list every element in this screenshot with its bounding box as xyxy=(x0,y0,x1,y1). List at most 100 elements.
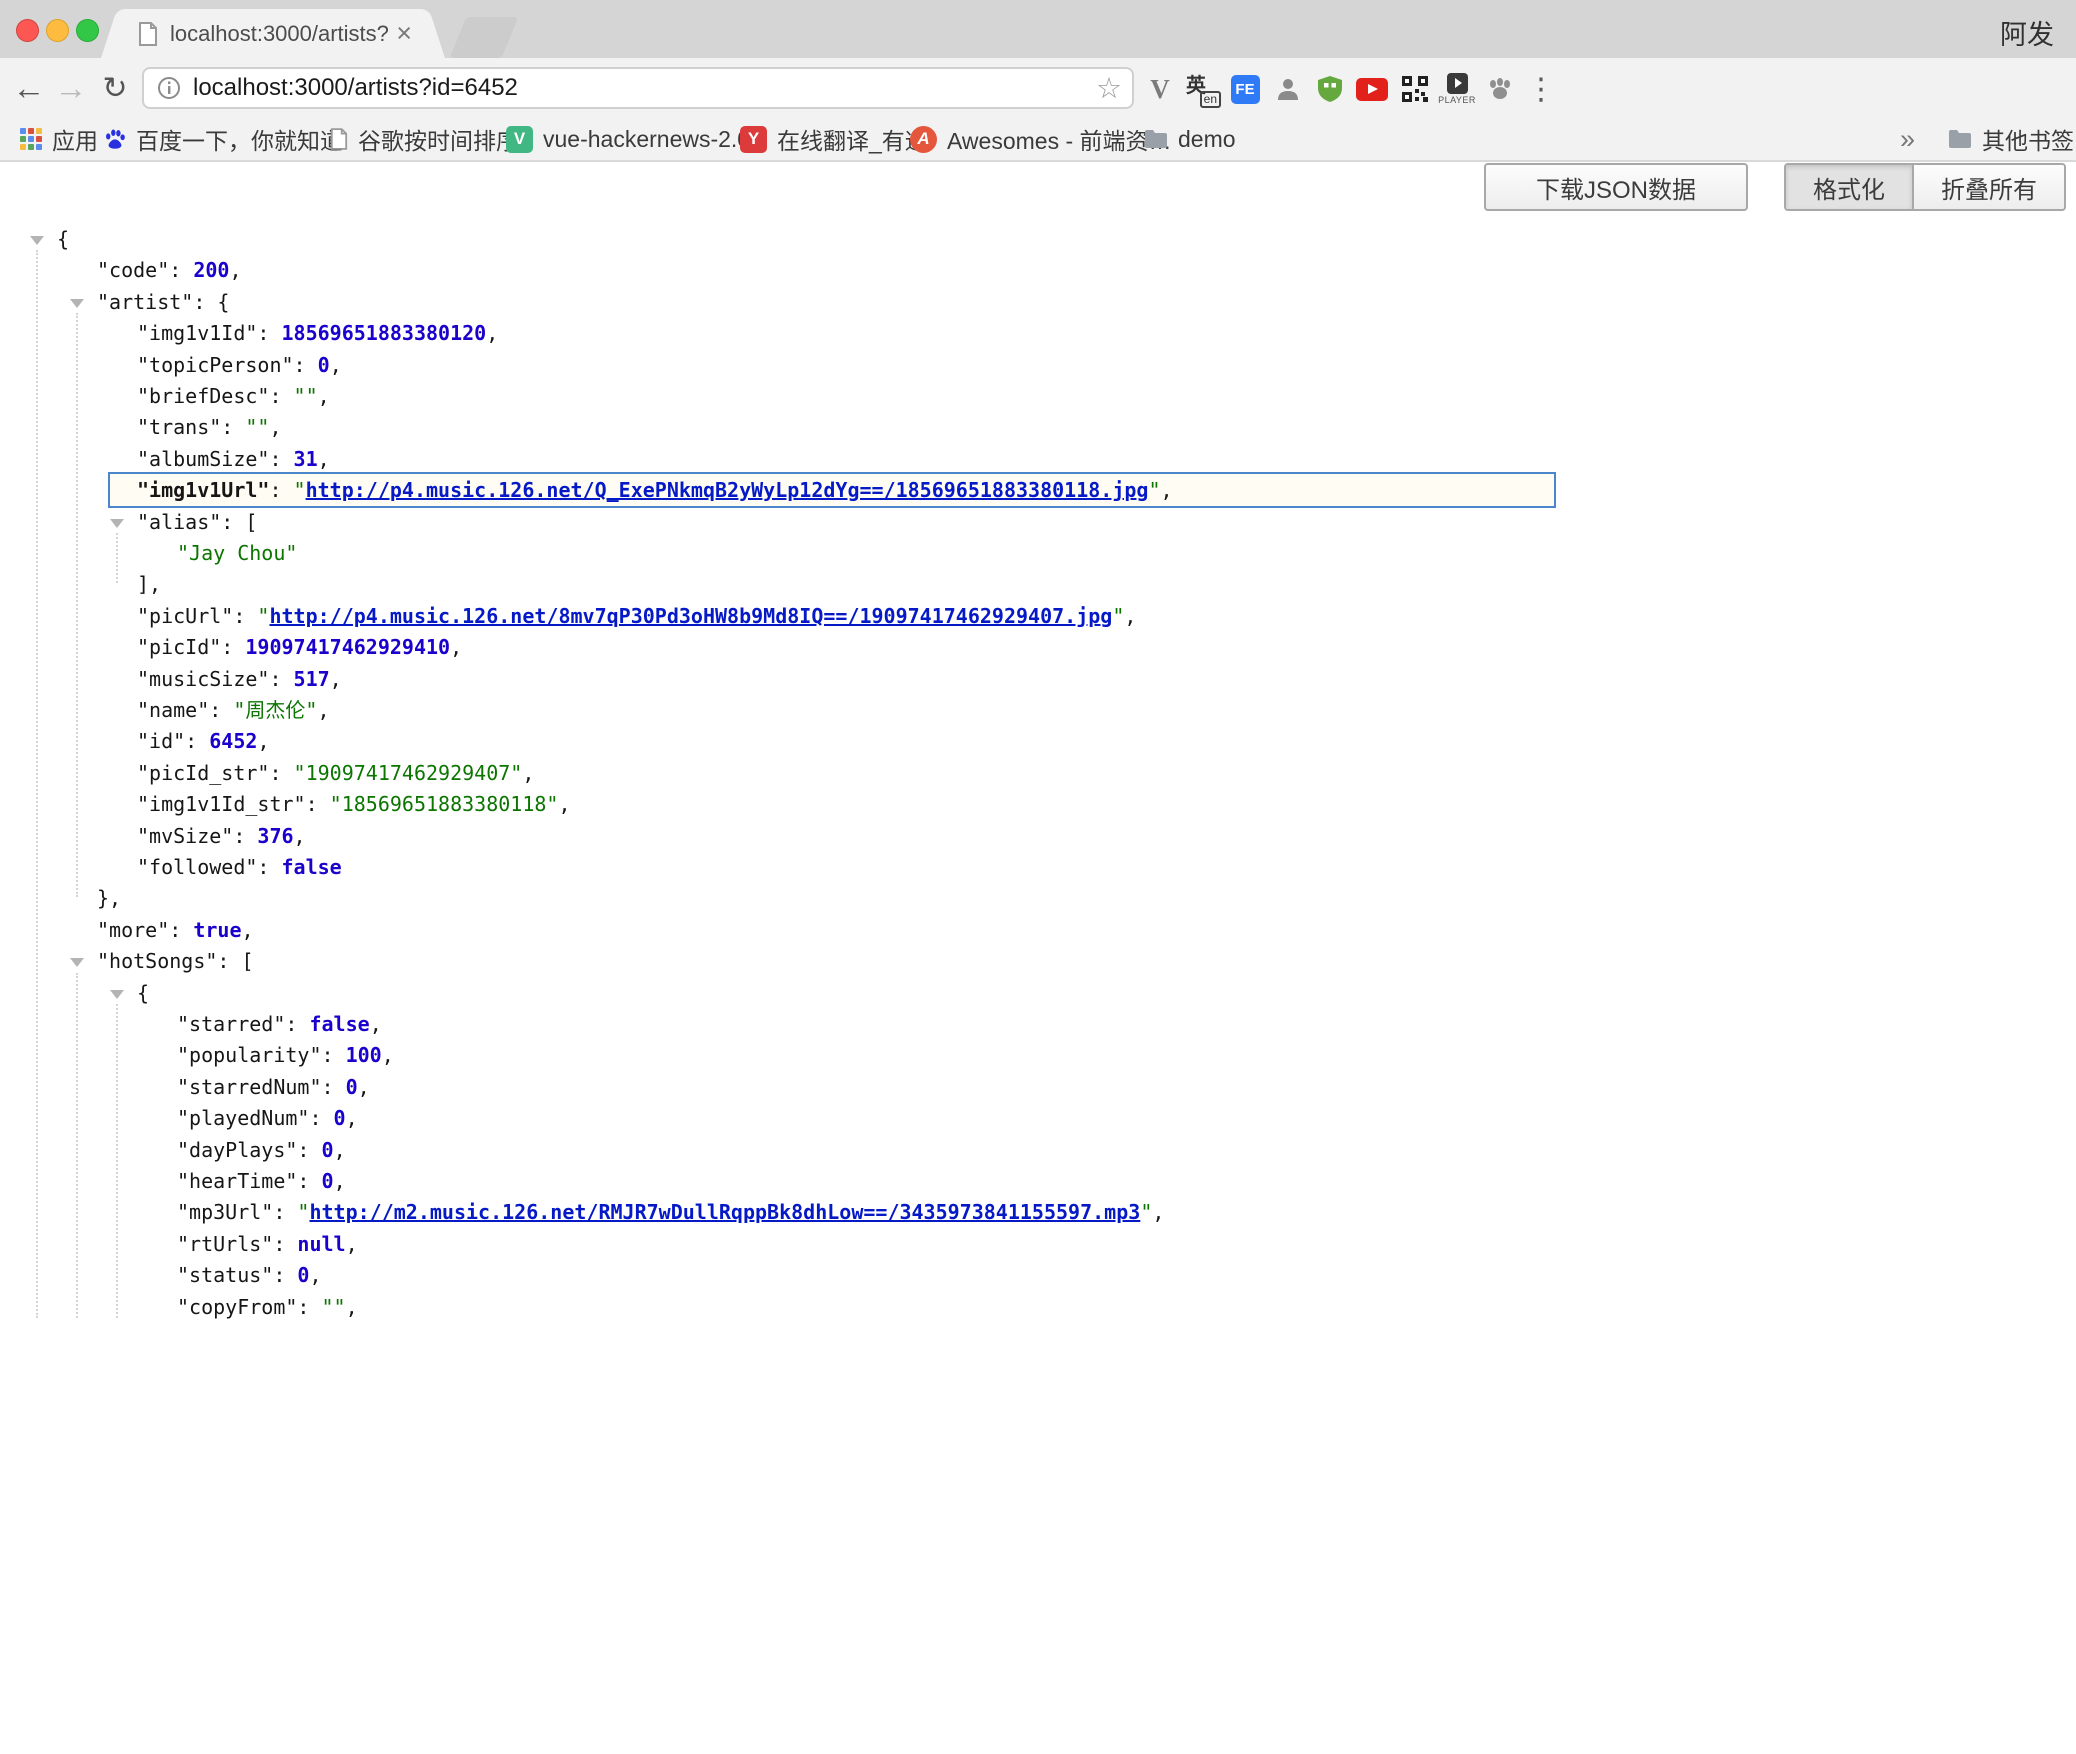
bookmarks-overflow-button[interactable]: » xyxy=(1900,118,1915,160)
fehelper-extension-icon[interactable]: FE xyxy=(1227,70,1263,108)
bookmark-star-icon[interactable]: ☆ xyxy=(1096,71,1122,106)
json-token: , xyxy=(229,258,241,282)
json-token: , xyxy=(346,1232,358,1256)
json-token: "starred" xyxy=(177,1012,285,1036)
json-token: 200 xyxy=(193,258,229,282)
bookmark-demo-folder[interactable]: demo xyxy=(1144,118,1236,160)
reload-button[interactable]: ↻ xyxy=(94,58,136,118)
page-info-icon[interactable] xyxy=(157,76,181,100)
json-token: "19097417462929407" xyxy=(294,761,523,785)
bookmark-google-sort[interactable]: 谷歌按时间排序 xyxy=(330,118,519,160)
fullscreen-window-button[interactable] xyxy=(76,19,99,42)
vue-icon: V xyxy=(506,126,533,153)
url-text[interactable]: localhost:3000/artists?id=6452 xyxy=(193,74,1132,102)
browser-menu-icon[interactable]: ⋮ xyxy=(1524,70,1558,108)
json-line-text: { xyxy=(137,978,149,1009)
collapse-toggle-icon[interactable] xyxy=(70,958,84,967)
json-token: : xyxy=(269,667,293,691)
json-token: "name" xyxy=(137,698,209,722)
bookmark-apps[interactable]: 应用 xyxy=(20,118,98,160)
json-token: : xyxy=(269,447,293,471)
json-token: "playedNum" xyxy=(177,1106,309,1130)
paw-extension-icon[interactable] xyxy=(1482,70,1518,108)
json-line-text: "copyFrom": "", xyxy=(177,1292,358,1323)
json-line-text: "mp3Url": "http://m2.music.126.net/RMJR7… xyxy=(177,1197,1164,1228)
user-extension-icon[interactable] xyxy=(1270,70,1306,108)
json-url-link[interactable]: http://m2.music.126.net/RMJR7wDullRqppBk… xyxy=(309,1200,1140,1224)
close-window-button[interactable] xyxy=(16,19,39,42)
json-token: , xyxy=(382,1043,394,1067)
browser-tab[interactable]: localhost:3000/artists?id=645 × xyxy=(122,9,424,58)
json-token: 376 xyxy=(257,824,293,848)
bookmark-label: Awesomes - 前端资… xyxy=(947,122,1172,156)
bookmark-baidu[interactable]: 百度一下，你就知道 xyxy=(104,118,343,160)
json-token: : xyxy=(322,1075,346,1099)
json-line: "more": true, xyxy=(0,915,2076,946)
page-favicon-icon xyxy=(138,22,158,46)
json-token: , xyxy=(558,792,570,816)
json-token: "status" xyxy=(177,1263,273,1287)
json-line: "Jay Chou" xyxy=(0,538,2076,569)
json-token: 31 xyxy=(294,447,318,471)
address-bar[interactable]: localhost:3000/artists?id=6452 ☆ xyxy=(142,67,1134,109)
new-tab-button[interactable] xyxy=(450,17,519,58)
json-line-text: "albumSize": 31, xyxy=(137,444,330,475)
json-token: , xyxy=(294,824,306,848)
collapse-toggle-icon[interactable] xyxy=(110,519,124,528)
json-token: : xyxy=(322,1043,346,1067)
json-token: "alias" xyxy=(137,510,221,534)
minimize-window-button[interactable] xyxy=(46,19,69,42)
bookmark-youdao-translate[interactable]: Y 在线翻译_有道 xyxy=(740,118,928,160)
json-url-link[interactable]: http://p4.music.126.net/8mv7qP30Pd3oHW8b… xyxy=(269,604,1112,628)
json-token: : xyxy=(209,698,233,722)
json-token: 6452 xyxy=(209,729,257,753)
shield-extension-icon[interactable] xyxy=(1312,70,1348,108)
json-token: " xyxy=(1112,604,1124,628)
json-line: { xyxy=(0,224,2076,255)
back-button[interactable]: ← xyxy=(8,58,50,118)
json-token: , xyxy=(330,353,342,377)
json-token: ], xyxy=(137,572,161,596)
json-token: : xyxy=(297,1169,321,1193)
json-token: true xyxy=(193,918,241,942)
vimium-extension-icon[interactable]: V xyxy=(1142,70,1178,108)
format-button[interactable]: 格式化 xyxy=(1786,165,1912,209)
collapse-toggle-icon[interactable] xyxy=(70,299,84,308)
json-line-text: "dayPlays": 0, xyxy=(177,1135,346,1166)
json-line-text: "Jay Chou" xyxy=(177,538,297,569)
collapse-all-button[interactable]: 折叠所有 xyxy=(1912,165,2064,209)
collapse-toggle-icon[interactable] xyxy=(110,990,124,999)
bookmark-label: 谷歌按时间排序 xyxy=(358,122,519,156)
json-token: [ xyxy=(242,949,254,973)
json-token: "briefDesc" xyxy=(137,384,269,408)
json-token: : xyxy=(273,1200,297,1224)
json-token: : xyxy=(193,290,217,314)
player-extension-icon[interactable]: PLAYER xyxy=(1439,70,1475,108)
json-token: 0 xyxy=(322,1138,334,1162)
json-token: : xyxy=(221,635,245,659)
json-url-link[interactable]: http://p4.music.126.net/Q_ExePNkmqB2yWyL… xyxy=(306,478,1149,502)
json-token: "img1v1Url" xyxy=(137,478,269,502)
json-token: : xyxy=(294,353,318,377)
collapse-toggle-icon[interactable] xyxy=(30,236,44,245)
json-line: "mvSize": 376, xyxy=(0,821,2076,852)
download-json-button[interactable]: 下载JSON数据 xyxy=(1484,163,1748,211)
json-token: "" xyxy=(245,415,269,439)
bookmark-vue-hackernews[interactable]: V vue-hackernews-2.0 xyxy=(506,118,750,160)
json-token: "trans" xyxy=(137,415,221,439)
bookmark-awesomes[interactable]: A Awesomes - 前端资… xyxy=(910,118,1172,160)
qrcode-extension-icon[interactable] xyxy=(1397,70,1433,108)
json-line-text: "topicPerson": 0, xyxy=(137,350,342,381)
doc-icon xyxy=(330,128,348,150)
json-token: false xyxy=(282,855,342,879)
json-token: , xyxy=(309,1263,321,1287)
json-line-text: "alias": [ xyxy=(137,507,257,538)
json-line: "artist": { xyxy=(0,287,2076,318)
json-line: "img1v1Url": "http://p4.music.126.net/Q_… xyxy=(0,475,2076,506)
json-line-text: "popularity": 100, xyxy=(177,1040,394,1071)
bookmark-label: 应用 xyxy=(52,122,98,156)
translate-extension-icon[interactable]: 英 en xyxy=(1184,70,1220,108)
other-bookmarks-folder[interactable]: 其他书签 xyxy=(1948,118,2074,160)
youtube-extension-icon[interactable] xyxy=(1354,70,1390,108)
tab-close-icon[interactable]: × xyxy=(396,20,412,47)
